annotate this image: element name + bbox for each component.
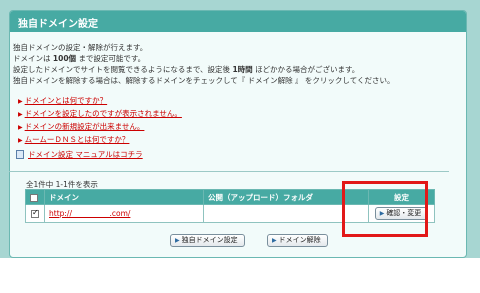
domain-link[interactable]: http:// .com/ bbox=[49, 209, 130, 218]
manual-link-row[interactable]: ドメイン設定 マニュアルはコチラ bbox=[16, 149, 143, 160]
faq-link[interactable]: ドメインを設定したのですが表示されません。 bbox=[25, 109, 182, 118]
select-all-checkbox[interactable] bbox=[30, 193, 38, 202]
faq-link[interactable]: ドメインとは何ですか？ bbox=[25, 96, 108, 105]
select-all-header bbox=[25, 189, 45, 205]
faq-item[interactable]: ▶ ムームーＤＮＳとは何ですか？ bbox=[18, 133, 182, 146]
domain-cell: http:// .com/ bbox=[44, 204, 204, 223]
arrow-icon: ▶ bbox=[272, 237, 277, 244]
panel-header: 独自ドメイン設定 bbox=[10, 11, 466, 32]
desc-line-1: 独自ドメインの設定・解除が行えます。 bbox=[13, 43, 148, 52]
faq-item[interactable]: ▶ ドメインとは何ですか？ bbox=[18, 94, 182, 107]
description: 独自ドメインの設定・解除が行えます。 ドメインは 100個 まで設定可能です。 … bbox=[13, 42, 458, 86]
arrow-icon: ▶ bbox=[18, 137, 23, 144]
row-checkbox[interactable] bbox=[31, 208, 39, 218]
desc-line-2: ドメインは 100個 まで設定可能です。 bbox=[13, 54, 146, 63]
arrow-icon: ▶ bbox=[18, 124, 23, 131]
faq-link[interactable]: ドメインの新規設定が出来ません。 bbox=[25, 122, 145, 131]
action-buttons: ▶ 独自ドメイン設定 ▶ ドメイン解除 bbox=[170, 234, 348, 247]
add-domain-button[interactable]: ▶ 独自ドメイン設定 bbox=[170, 234, 245, 247]
divider bbox=[9, 171, 449, 172]
domain-column-header: ドメイン bbox=[44, 189, 204, 205]
manual-link[interactable]: ドメイン設定 マニュアルはコチラ bbox=[28, 150, 143, 159]
remove-domain-button[interactable]: ▶ ドメイン解除 bbox=[267, 234, 328, 247]
document-icon bbox=[16, 150, 24, 159]
faq-item[interactable]: ▶ ドメインの新規設定が出来ません。 bbox=[18, 120, 182, 133]
desc-line-4: 独自ドメインを解除する場合は、解除するドメインをチェックして『 ドメイン解除 』… bbox=[13, 76, 395, 85]
highlight-box bbox=[342, 181, 428, 237]
desc-line-3: 設定したドメインでサイトを閲覧できるようになるまで、設定後 1時間 ほどかかる場… bbox=[13, 65, 360, 74]
faq-links: ▶ ドメインとは何ですか？ ▶ ドメインを設定したのですが表示されません。 ▶ ドメイ… bbox=[18, 94, 182, 146]
row-checkbox-cell bbox=[25, 204, 45, 223]
arrow-icon: ▶ bbox=[175, 237, 180, 244]
faq-link[interactable]: ムームーＤＮＳとは何ですか？ bbox=[25, 135, 130, 144]
page-title: 独自ドメイン設定 bbox=[18, 19, 98, 30]
arrow-icon: ▶ bbox=[18, 111, 23, 118]
arrow-icon: ▶ bbox=[18, 98, 23, 105]
faq-item[interactable]: ▶ ドメインを設定したのですが表示されません。 bbox=[18, 107, 182, 120]
